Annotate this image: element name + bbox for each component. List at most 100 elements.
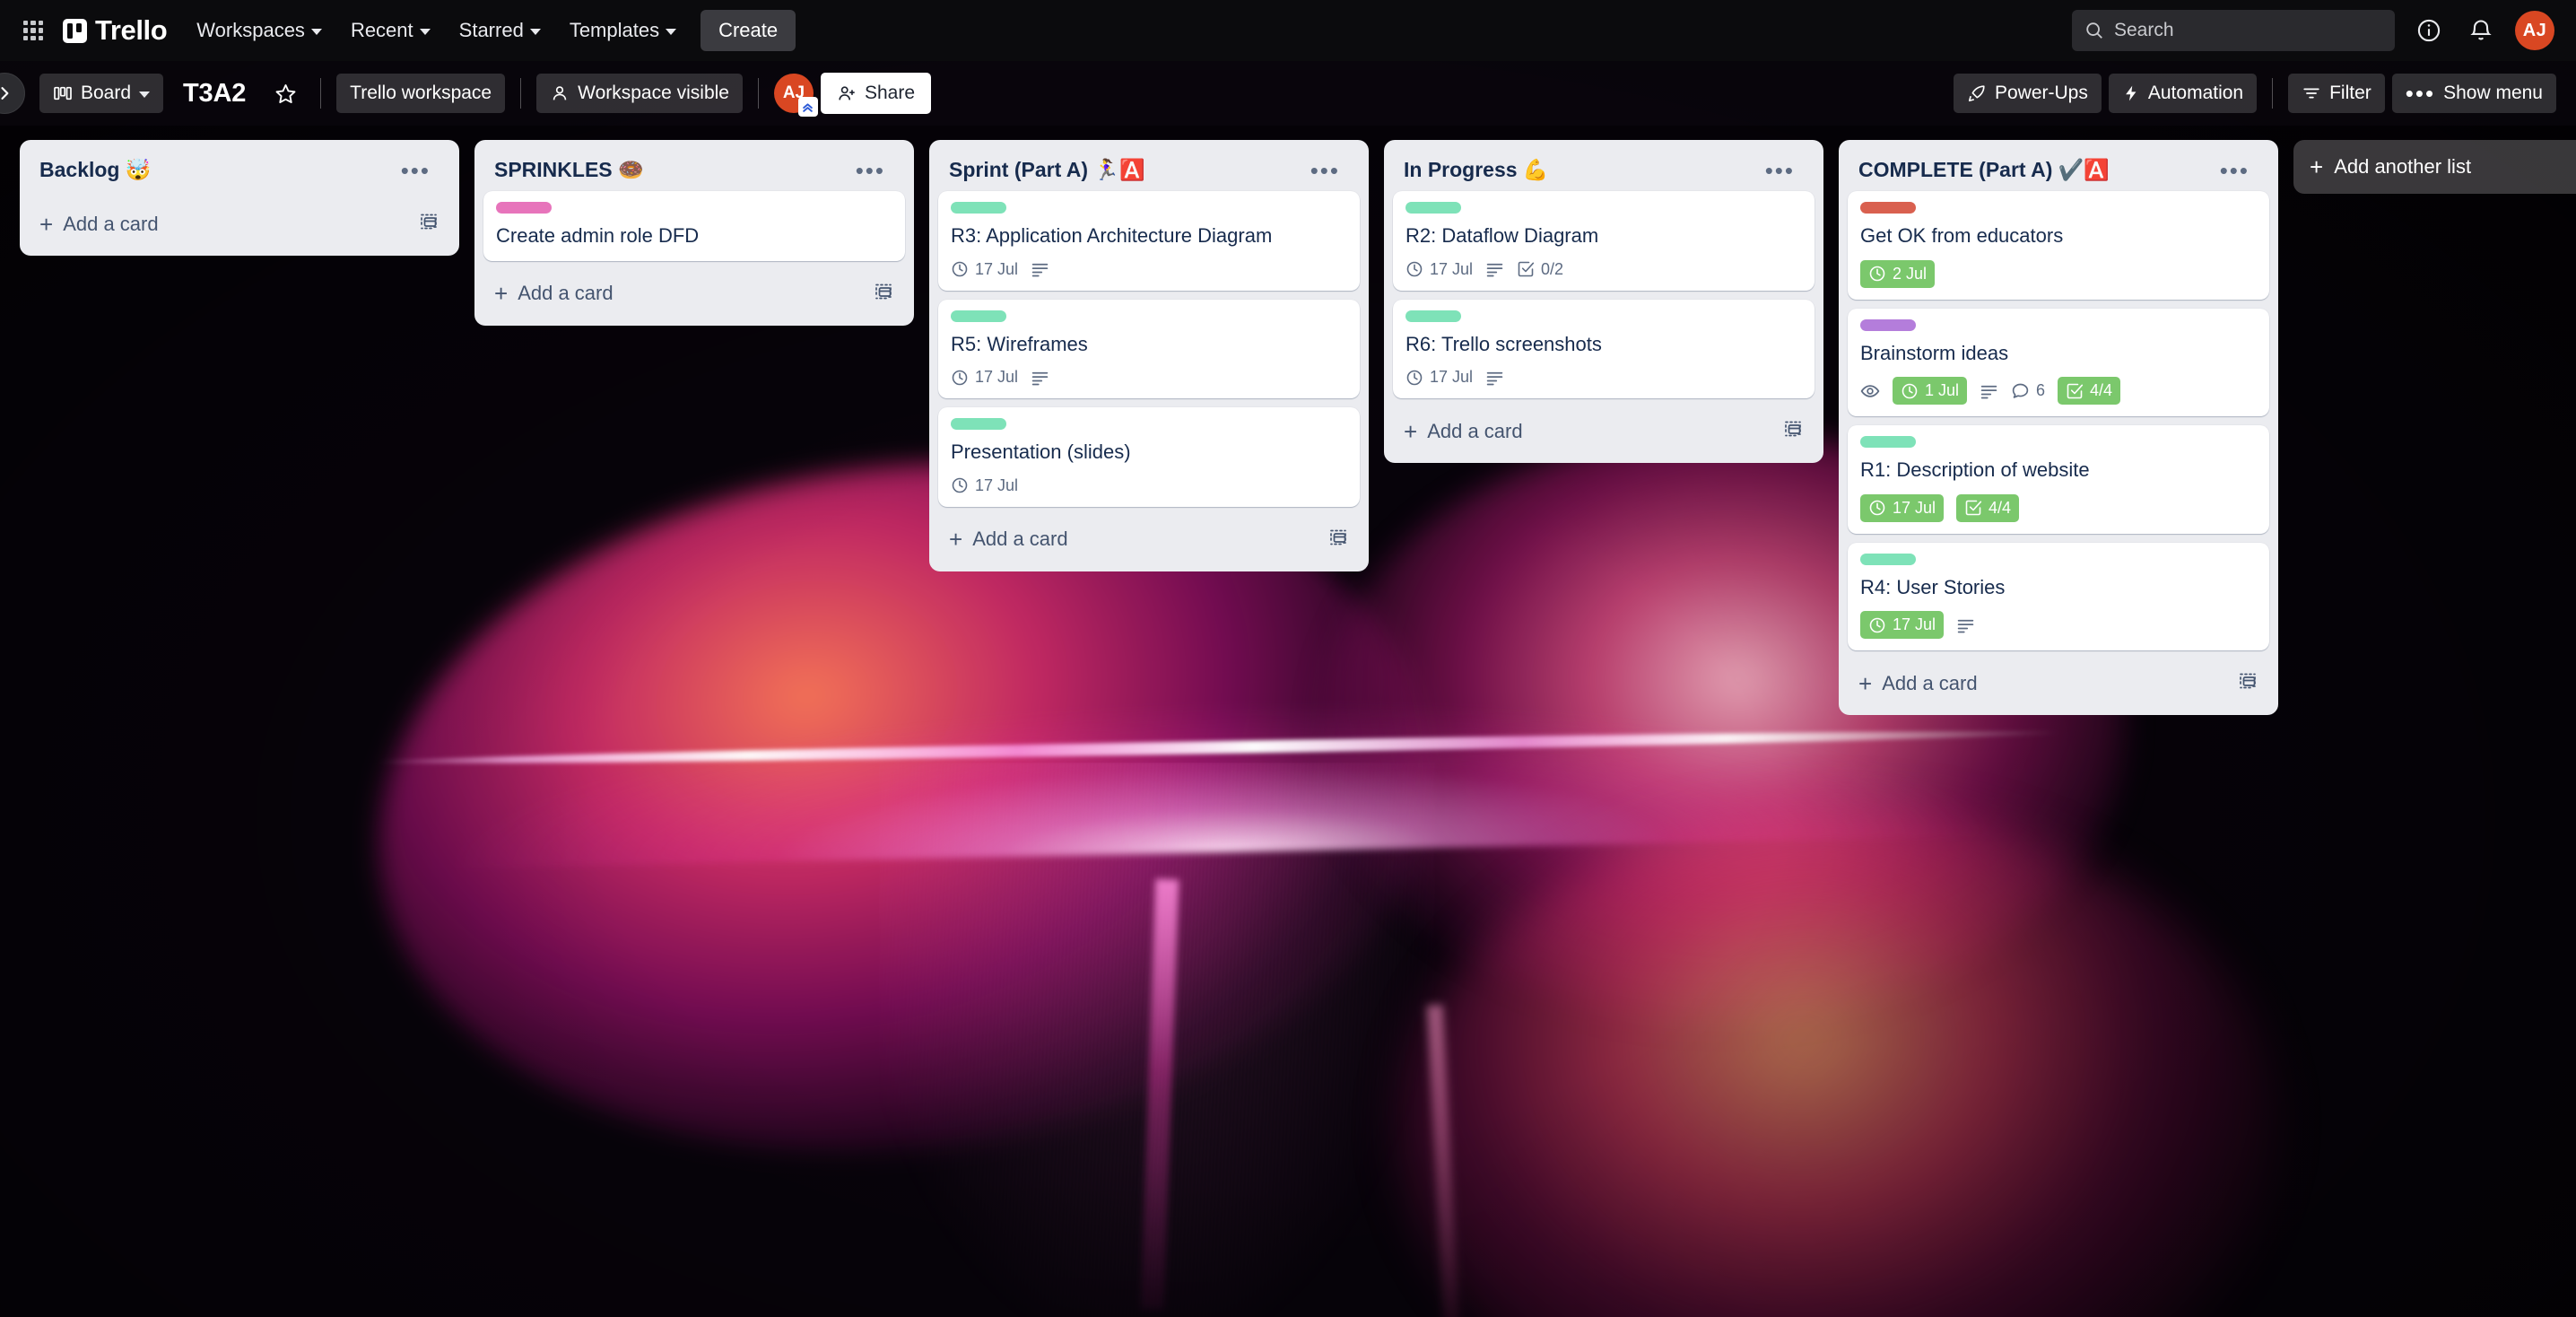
card-badge-text: 17 Jul <box>1430 259 1474 278</box>
create-from-template-button[interactable] <box>2237 670 2258 696</box>
add-a-card-button[interactable]: + Add a card <box>27 199 452 249</box>
board-card[interactable]: Presentation (slides) 17 Jul <box>938 407 1360 507</box>
card-label-green[interactable] <box>1860 553 1916 565</box>
list-title[interactable]: Sprint (Part A) 🏃‍♀️🅰️ <box>949 158 1145 182</box>
filter-button[interactable]: Filter <box>2288 74 2385 113</box>
list-title[interactable]: COMPLETE (Part A) ✔️🅰️ <box>1858 158 2110 182</box>
list-actions-menu-button[interactable]: ••• <box>1756 159 1804 182</box>
board-card[interactable]: Get OK from educators 2 Jul <box>1848 191 2269 300</box>
chevron-down-icon <box>310 29 322 35</box>
power-ups-button[interactable]: Power-Ups <box>1954 74 2102 113</box>
card-badge-text: 2 Jul <box>1893 264 1928 283</box>
card-due-date-badge[interactable]: 17 Jul <box>1405 260 1473 279</box>
list-actions-menu-button[interactable]: ••• <box>2211 159 2258 182</box>
card-label-green[interactable] <box>1405 202 1461 214</box>
add-a-card-label: Add a card <box>518 282 614 305</box>
card-label-pink[interactable] <box>496 202 552 214</box>
card-label-green[interactable] <box>1405 310 1461 322</box>
card-label-purple[interactable] <box>1860 318 1916 331</box>
card-label-green[interactable] <box>1860 436 1916 449</box>
user-avatar[interactable]: AJ <box>2515 11 2554 50</box>
rocket-icon <box>1968 85 1985 102</box>
create-from-template-button[interactable] <box>873 281 894 307</box>
bell-icon <box>2470 20 2492 40</box>
board-card[interactable]: R6: Trello screenshots 17 Jul <box>1393 299 1815 399</box>
list-title[interactable]: Backlog 🤯 <box>39 158 152 182</box>
card-label-green[interactable] <box>951 202 1006 214</box>
list-title[interactable]: SPRINKLES 🍩 <box>494 158 644 182</box>
card-title: R4: User Stories <box>1860 575 2006 598</box>
list-title[interactable]: In Progress 💪 <box>1404 158 1549 182</box>
card-due-date-badge[interactable]: 17 Jul <box>1860 611 1945 640</box>
card-badges: 17 Jul <box>1405 368 1802 387</box>
board-card[interactable]: R5: Wireframes 17 Jul <box>938 299 1360 399</box>
add-a-card-button[interactable]: + Add a card <box>1391 406 1816 456</box>
card-badges: 17 Jul 0/2 <box>1405 260 1802 279</box>
card-label-red[interactable] <box>1860 202 1916 214</box>
card-due-date-badge[interactable]: 1 Jul <box>1893 377 1968 406</box>
comment-icon <box>2012 383 2029 398</box>
board-card[interactable]: R3: Application Architecture Diagram 17 J… <box>938 191 1360 291</box>
checklist-icon <box>2067 383 2084 398</box>
board-card[interactable]: R4: User Stories 17 Jul <box>1848 542 2269 651</box>
card-badge-text: 17 Jul <box>975 259 1019 278</box>
share-button[interactable]: Share <box>820 73 932 114</box>
trello-home-link[interactable]: Trello <box>63 14 168 47</box>
board-visibility-button[interactable]: Workspace visible <box>536 74 743 113</box>
card-due-date-badge[interactable]: 17 Jul <box>951 260 1018 279</box>
card-due-date-badge[interactable]: 17 Jul <box>1860 493 1945 522</box>
card-due-date-badge[interactable]: 17 Jul <box>951 368 1018 387</box>
board-lists-container[interactable]: Backlog 🤯 ••• + Add a card SPRINKLES 🍩 ••• Cre… <box>0 126 2576 1317</box>
star-board-button[interactable] <box>265 74 305 113</box>
list-actions-menu-button[interactable]: ••• <box>847 159 894 182</box>
board-member-avatar[interactable]: AJ <box>773 74 818 117</box>
add-a-card-button[interactable]: + Add a card <box>936 515 1362 564</box>
board-card[interactable]: Brainstorm ideas 1 Jul 6 4/4 <box>1848 308 2269 417</box>
add-another-list-button[interactable]: + Add another list <box>2293 140 2576 194</box>
chevron-right-icon <box>1 87 9 100</box>
notifications-button[interactable] <box>2463 13 2499 48</box>
nav-menu-workspaces[interactable]: Workspaces <box>185 11 334 50</box>
sidebar-expand-button[interactable] <box>0 73 25 114</box>
create-from-template-button[interactable] <box>418 211 439 237</box>
list-actions-menu-button[interactable]: ••• <box>1301 159 1349 182</box>
atlassian-account-badge-icon <box>797 97 818 117</box>
create-from-template-button[interactable] <box>1327 527 1349 553</box>
add-a-card-button[interactable]: + Add a card <box>1846 658 2271 708</box>
filter-icon <box>2303 88 2319 99</box>
nav-menu-templates[interactable]: Templates <box>558 11 688 50</box>
power-ups-label: Power-Ups <box>1995 83 2088 103</box>
card-template-icon <box>1330 529 1346 545</box>
create-button[interactable]: Create <box>701 10 796 51</box>
create-from-template-button[interactable] <box>1782 418 1804 444</box>
show-menu-button[interactable]: ••• Show menu <box>2391 74 2556 113</box>
nav-menu-recent[interactable]: Recent <box>339 11 442 50</box>
board-card[interactable]: Create admin role DFD <box>483 191 905 261</box>
card-title: Brainstorm ideas <box>1860 341 2009 364</box>
search-input[interactable]: Search <box>2072 10 2395 51</box>
card-due-date-badge[interactable]: 2 Jul <box>1860 259 1936 288</box>
workspace-visible-icon <box>553 86 567 100</box>
board-card[interactable]: R1: Description of website 17 Jul 4/4 <box>1848 425 2269 534</box>
chevron-down-icon <box>419 29 431 35</box>
app-switcher-icon[interactable] <box>22 19 45 42</box>
card-badges: 17 Jul <box>951 476 1347 495</box>
card-due-date-badge[interactable]: 17 Jul <box>1405 368 1473 387</box>
page-title[interactable]: T3A2 <box>170 79 258 109</box>
add-a-card-button[interactable]: + Add a card <box>482 269 907 318</box>
workspace-name-button[interactable]: Trello workspace <box>336 74 506 113</box>
card-label-green[interactable] <box>951 418 1006 431</box>
board-card[interactable]: R2: Dataflow Diagram 17 Jul 0/2 <box>1393 191 1815 291</box>
info-button[interactable] <box>2411 13 2447 48</box>
nav-menu-starred[interactable]: Starred <box>448 11 553 50</box>
board-view-switcher[interactable]: Board <box>39 74 164 113</box>
card-badges: 17 Jul <box>1860 611 2257 640</box>
list-actions-menu-button[interactable]: ••• <box>392 159 439 182</box>
card-description-badge <box>1031 370 1049 386</box>
header-divider <box>320 78 322 109</box>
card-badge-text: 17 Jul <box>1430 368 1474 387</box>
card-label-green[interactable] <box>951 310 1006 322</box>
chevron-down-icon <box>139 92 151 98</box>
automation-button[interactable]: Automation <box>2108 74 2258 113</box>
card-due-date-badge[interactable]: 17 Jul <box>951 476 1018 495</box>
